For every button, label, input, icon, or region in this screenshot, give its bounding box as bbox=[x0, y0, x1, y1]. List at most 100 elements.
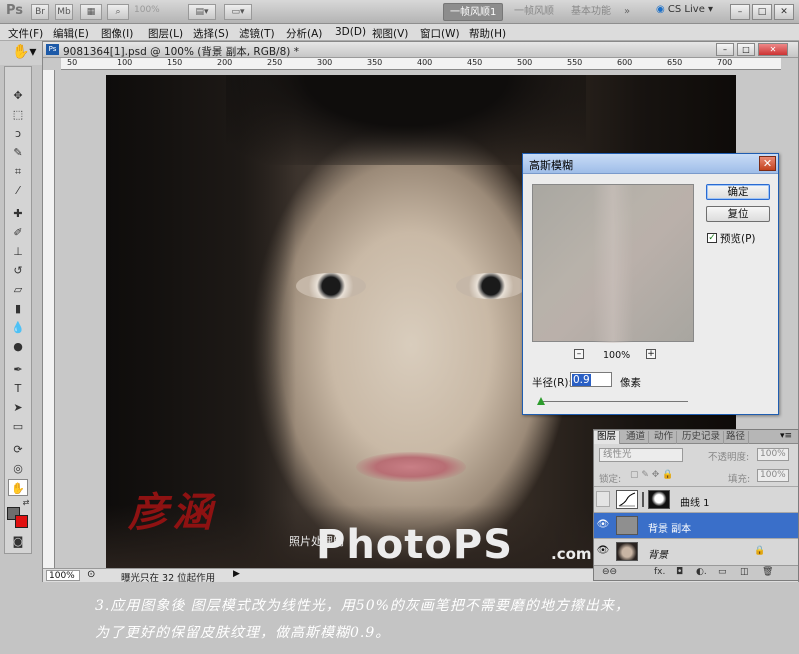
menu-3d[interactable]: 3D(D) bbox=[335, 26, 366, 38]
swap-colors-icon[interactable]: ⇄ bbox=[21, 498, 31, 508]
dialog-title-bar: 高斯模糊 ✕ bbox=[523, 154, 778, 174]
doc-minimize-button[interactable]: – bbox=[716, 43, 734, 56]
visibility-eye-icon[interactable]: 👁 bbox=[596, 517, 610, 533]
cs-live-icon: ◉ bbox=[656, 4, 665, 15]
workspace-2[interactable]: 一帧风顺 bbox=[508, 3, 560, 21]
menu-edit[interactable]: 编辑(E) bbox=[53, 26, 89, 41]
visibility-eye-icon[interactable]: 👁 bbox=[596, 543, 610, 559]
toolbox: ✥ ⬚ ↄ ✎ ⌗ ⁄ ✚ ✐ ⊥ ↺ ▱ ▮ 💧 ● ✒ T ➤ ▭ ⟳ ◎ … bbox=[4, 66, 32, 554]
healing-brush-tool-icon[interactable]: ✚ bbox=[8, 205, 28, 222]
preview-checkbox[interactable]: ✓ bbox=[707, 233, 717, 243]
path-select-tool-icon[interactable]: ➤ bbox=[8, 399, 28, 416]
more-workspaces-icon[interactable]: » bbox=[618, 3, 636, 21]
panel-menu-icon[interactable]: ▾≡ bbox=[780, 431, 792, 441]
visibility-toggle-empty[interactable] bbox=[596, 491, 610, 507]
layer-row-curves[interactable]: 曲线 1 bbox=[594, 486, 798, 512]
document-title-bar: Ps 9081364[1].psd @ 100% (背景 副本, RGB/8) … bbox=[43, 42, 798, 58]
quick-mask-icon[interactable]: ◙ bbox=[8, 533, 28, 550]
ruler-tick: 50 bbox=[67, 58, 78, 67]
menu-select[interactable]: 选择(S) bbox=[193, 26, 229, 41]
arrange-documents-icon[interactable]: ▤▾ bbox=[188, 4, 216, 20]
tab-layers[interactable]: 图层 bbox=[594, 431, 621, 444]
app-maximize-button[interactable]: □ bbox=[752, 4, 772, 20]
3d-orbit-tool-icon[interactable]: ◎ bbox=[8, 460, 28, 477]
menu-help[interactable]: 帮助(H) bbox=[469, 26, 506, 41]
lock-icons[interactable]: ▢ ✎ ✥ 🔒 bbox=[630, 470, 673, 480]
delete-layer-icon[interactable]: 🗑 bbox=[762, 567, 773, 577]
menu-layer[interactable]: 图层(L) bbox=[148, 26, 183, 41]
layer-row-background[interactable]: 👁 背景 🔒 bbox=[594, 538, 798, 564]
lock-icon: 🔒 bbox=[754, 546, 766, 556]
menu-analysis[interactable]: 分析(A) bbox=[286, 26, 322, 41]
blur-tool-icon[interactable]: 💧 bbox=[8, 319, 28, 336]
dodge-tool-icon[interactable]: ● bbox=[8, 338, 28, 355]
dialog-close-button[interactable]: ✕ bbox=[759, 156, 776, 171]
workspace-essentials[interactable]: 基本功能 bbox=[565, 3, 617, 21]
tab-paths[interactable]: 路径 bbox=[723, 431, 750, 444]
screen-mode-icon[interactable]: ▭▾ bbox=[224, 4, 252, 20]
fill-input[interactable]: 100% bbox=[757, 469, 789, 482]
extras-icon[interactable]: ▦ bbox=[80, 4, 102, 20]
adjustment-layer-icon[interactable]: ◐. bbox=[696, 567, 707, 577]
type-tool-icon[interactable]: T bbox=[8, 380, 28, 397]
status-arrow-icon[interactable]: ▶ bbox=[233, 569, 240, 579]
doc-maximize-button[interactable]: □ bbox=[737, 43, 755, 56]
status-menu-icon[interactable]: ⊙ bbox=[87, 569, 95, 580]
layers-footer: ⊖⊖ fx. ◘ ◐. ▭ ◫ 🗑 bbox=[594, 565, 798, 580]
bridge-button[interactable]: Br bbox=[31, 4, 49, 20]
menu-view[interactable]: 视图(V) bbox=[372, 26, 408, 41]
zoom-in-button[interactable]: + bbox=[646, 349, 656, 359]
zoom-view-icon[interactable]: ⌕ bbox=[107, 4, 129, 20]
ps-logo: Ps bbox=[6, 3, 24, 18]
marquee-tool-icon[interactable]: ⬚ bbox=[8, 106, 28, 123]
reset-button[interactable]: 复位 bbox=[706, 206, 770, 222]
pen-tool-icon[interactable]: ✒ bbox=[8, 361, 28, 378]
background-color-swatch[interactable] bbox=[15, 515, 28, 528]
eyedropper-tool-icon[interactable]: ⁄ bbox=[8, 182, 28, 199]
layer-mask-thumbnail[interactable] bbox=[648, 490, 670, 509]
radius-input[interactable]: 0.9 bbox=[570, 372, 612, 387]
clone-stamp-tool-icon[interactable]: ⊥ bbox=[8, 243, 28, 260]
opacity-input[interactable]: 100% bbox=[757, 448, 789, 461]
minibridge-button[interactable]: Mb bbox=[55, 4, 73, 20]
ok-button[interactable]: 确定 bbox=[706, 184, 770, 200]
menu-image[interactable]: 图像(I) bbox=[101, 26, 133, 41]
cs-live-button[interactable]: ◉ CS Live ▾ bbox=[656, 4, 713, 15]
history-brush-tool-icon[interactable]: ↺ bbox=[8, 262, 28, 279]
hand-tool-preset-icon[interactable]: ✋▾ bbox=[12, 44, 36, 60]
crop-tool-icon[interactable]: ⌗ bbox=[8, 163, 28, 180]
quick-select-tool-icon[interactable]: ✎ bbox=[8, 144, 28, 161]
ruler-tick: 100 bbox=[117, 58, 133, 67]
blur-preview-pane[interactable] bbox=[532, 184, 694, 343]
document-zoom-field[interactable]: 100% bbox=[46, 570, 80, 581]
layer-style-icon[interactable]: fx. bbox=[654, 567, 665, 577]
gradient-tool-icon[interactable]: ▮ bbox=[8, 300, 28, 317]
add-mask-icon[interactable]: ◘ bbox=[676, 567, 683, 577]
radius-slider-track[interactable] bbox=[540, 401, 688, 402]
eraser-tool-icon[interactable]: ▱ bbox=[8, 281, 28, 298]
tab-history[interactable]: 历史记录 bbox=[679, 431, 725, 444]
lasso-tool-icon[interactable]: ↄ bbox=[8, 125, 28, 142]
shape-tool-icon[interactable]: ▭ bbox=[8, 418, 28, 435]
brush-tool-icon[interactable]: ✐ bbox=[8, 224, 28, 241]
blend-mode-select[interactable]: 线性光 bbox=[599, 448, 683, 462]
3d-rotate-tool-icon[interactable]: ⟳ bbox=[8, 441, 28, 458]
doc-close-button[interactable]: ✕ bbox=[758, 43, 788, 56]
tab-channels[interactable]: 通道 bbox=[623, 431, 650, 444]
link-layers-icon[interactable]: ⊖⊖ bbox=[602, 567, 617, 577]
zoom-out-button[interactable]: – bbox=[574, 349, 584, 359]
menu-file[interactable]: 文件(F) bbox=[8, 26, 43, 41]
app-zoom-select[interactable]: 100% bbox=[134, 5, 180, 19]
workspace-1[interactable]: 一帧风顺1 bbox=[443, 3, 504, 21]
tab-actions[interactable]: 动作 bbox=[651, 431, 678, 444]
app-close-button[interactable]: ✕ bbox=[774, 4, 794, 20]
layer-thumbnail bbox=[616, 542, 638, 561]
new-group-icon[interactable]: ▭ bbox=[718, 567, 727, 577]
menu-window[interactable]: 窗口(W) bbox=[420, 26, 460, 41]
move-tool-icon[interactable]: ✥ bbox=[8, 87, 28, 104]
menu-filter[interactable]: 滤镜(T) bbox=[239, 26, 275, 41]
app-minimize-button[interactable]: – bbox=[730, 4, 750, 20]
new-layer-icon[interactable]: ◫ bbox=[740, 567, 749, 577]
layer-row-background-copy[interactable]: 👁 背景 副本 bbox=[594, 512, 798, 538]
hand-tool-icon[interactable]: ✋ bbox=[8, 479, 28, 496]
